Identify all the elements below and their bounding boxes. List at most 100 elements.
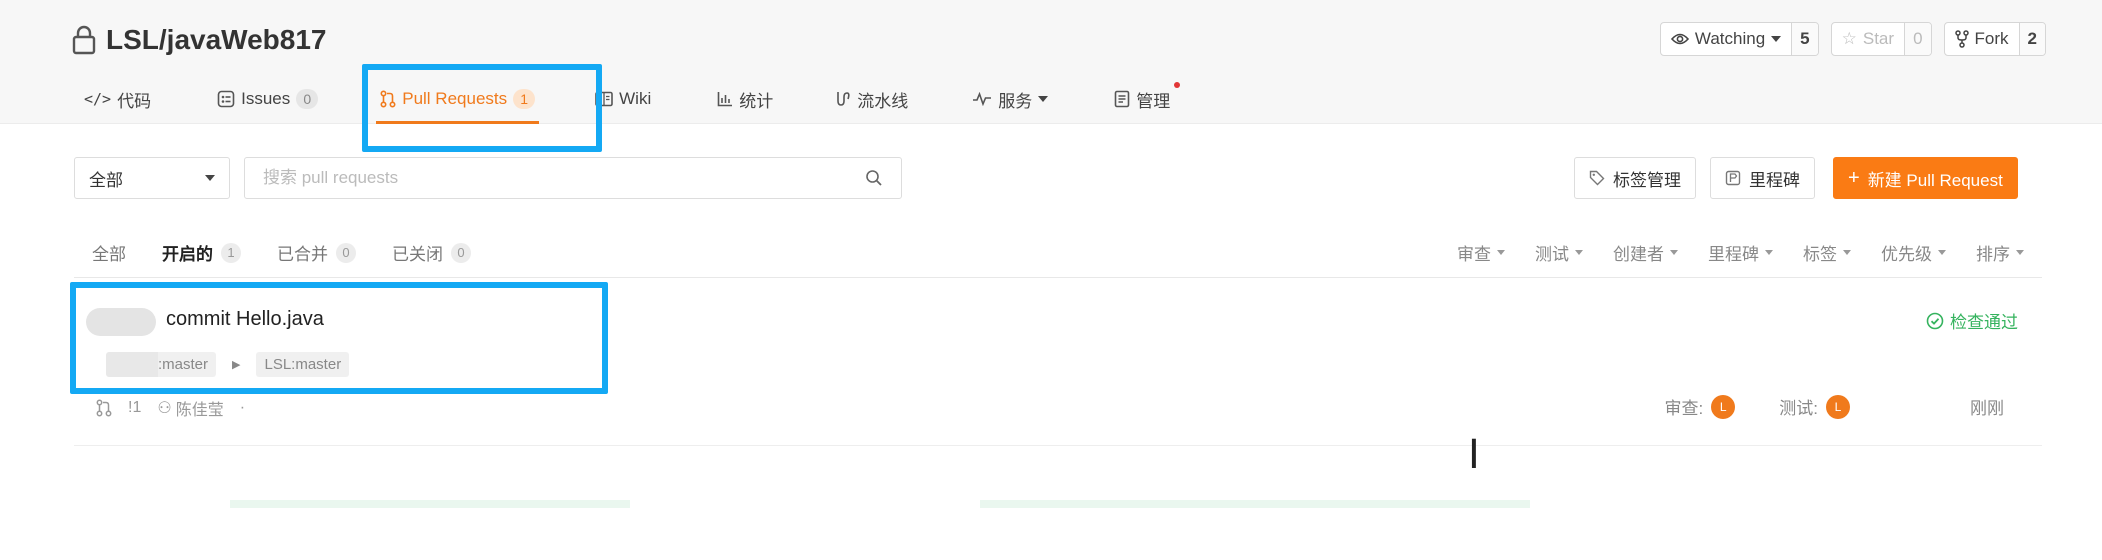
watch-label: Watching bbox=[1694, 29, 1766, 48]
fork-label: Fork bbox=[1974, 29, 2009, 48]
filter-label: 标签 bbox=[1803, 245, 1837, 264]
repo-tabs: </> 代码 Issues 0 Pull Requests 1 Wiki 统计 … bbox=[84, 82, 1181, 124]
pull-request-meta: !1 ⚇ 陈佳莹 · bbox=[96, 396, 245, 420]
star-icon: ☆ bbox=[1841, 29, 1857, 48]
pipeline-icon bbox=[837, 92, 850, 106]
code-icon: </> bbox=[84, 90, 112, 108]
state-tab-all[interactable]: 全部 bbox=[92, 240, 126, 265]
chevron-down-icon bbox=[1038, 96, 1049, 102]
scope-select-value: 全部 bbox=[89, 170, 123, 190]
pulse-icon bbox=[973, 92, 992, 106]
pr-filter-bar: 全部 开启的 1 已合并 0 已关闭 0 审查 测试 创建者 里程碑 标签 优先… bbox=[74, 226, 2042, 278]
milestone-icon bbox=[1725, 170, 1741, 186]
tab-label: Issues bbox=[241, 89, 291, 108]
tab-stats[interactable]: 统计 bbox=[717, 82, 773, 116]
highlight-box-tab bbox=[362, 64, 602, 152]
tab-pipeline[interactable]: 流水线 bbox=[835, 82, 908, 116]
issues-count-badge: 0 bbox=[296, 89, 319, 109]
labels-manage-button[interactable]: 标签管理 bbox=[1574, 157, 1696, 199]
tab-label: 管理 bbox=[1136, 91, 1171, 111]
watch-count: 5 bbox=[1791, 23, 1818, 55]
author-name: 陈佳莹 bbox=[175, 402, 224, 419]
manage-icon bbox=[1114, 90, 1130, 108]
search-box bbox=[244, 157, 902, 199]
pull-request-icon bbox=[96, 399, 112, 417]
fork-icon bbox=[1954, 30, 1969, 48]
filter-label: 审查 bbox=[1457, 245, 1491, 264]
author[interactable]: ⚇ 陈佳莹 bbox=[157, 396, 223, 420]
faint-row-artifact bbox=[980, 500, 1530, 508]
repo-name[interactable]: LSL/javaWeb817 bbox=[106, 24, 326, 56]
watch-button[interactable]: Watching 5 bbox=[1659, 22, 1819, 56]
sort-dropdown[interactable]: 排序 bbox=[1976, 240, 2024, 265]
lock-icon bbox=[72, 25, 96, 55]
tab-label: 服务 bbox=[998, 91, 1033, 111]
chevron-down-icon bbox=[1771, 36, 1782, 42]
notification-dot bbox=[1174, 82, 1181, 88]
tab-code[interactable]: </> 代码 bbox=[84, 82, 151, 116]
filter-label: 测试 bbox=[1535, 245, 1569, 264]
check-status-label: 检查通过 bbox=[1950, 313, 2018, 332]
tab-label: 代码 bbox=[117, 91, 152, 111]
fork-count: 2 bbox=[2018, 23, 2045, 55]
chevron-down-icon bbox=[1938, 250, 1946, 255]
state-tab-open[interactable]: 开启的 1 bbox=[162, 240, 241, 265]
tab-services[interactable]: 服务 bbox=[972, 82, 1049, 116]
filter-dropdowns: 审查 测试 创建者 里程碑 标签 优先级 排序 bbox=[1457, 240, 2024, 265]
state-tab-label: 已合并 bbox=[277, 245, 328, 264]
pr-toolbar: 全部 标签管理 里程碑 + 新建 Pull Request bbox=[74, 157, 2042, 199]
state-tabs: 全部 开启的 1 已合并 0 已关闭 0 bbox=[92, 240, 471, 265]
new-pull-request-label: 新建 Pull Request bbox=[1867, 170, 2003, 190]
eye-icon bbox=[1670, 33, 1689, 45]
star-button[interactable]: ☆ Star 0 bbox=[1830, 22, 1932, 56]
faint-row-artifact bbox=[230, 500, 630, 508]
tab-label: 统计 bbox=[739, 91, 774, 111]
chevron-down-icon bbox=[1670, 250, 1678, 255]
fork-button[interactable]: Fork 2 bbox=[1943, 22, 2046, 56]
tester: 测试: L bbox=[1779, 394, 1850, 419]
star-label: Star bbox=[1862, 29, 1895, 48]
labels-manage-label: 标签管理 bbox=[1613, 170, 1681, 190]
state-tab-label: 全部 bbox=[92, 245, 126, 264]
plus-icon: + bbox=[1848, 166, 1860, 189]
filter-milestone-dropdown[interactable]: 里程碑 bbox=[1708, 240, 1773, 265]
search-input[interactable] bbox=[263, 168, 865, 188]
filter-author-dropdown[interactable]: 创建者 bbox=[1613, 240, 1678, 265]
text-cursor-icon: I bbox=[1468, 432, 1480, 478]
filter-priority-dropdown[interactable]: 优先级 bbox=[1881, 240, 1946, 265]
chevron-down-icon bbox=[205, 175, 215, 181]
tab-manage[interactable]: 管理 bbox=[1114, 82, 1181, 116]
pull-request-number[interactable]: !1 bbox=[128, 399, 141, 417]
filter-reviewer-dropdown[interactable]: 审查 bbox=[1457, 240, 1505, 265]
state-tab-label: 已关闭 bbox=[392, 245, 443, 264]
highlight-box-pr bbox=[70, 282, 608, 394]
check-status[interactable]: 检查通过 bbox=[1926, 308, 2018, 333]
scope-select[interactable]: 全部 bbox=[74, 157, 230, 199]
tab-issues[interactable]: Issues 0 bbox=[217, 82, 319, 116]
milestones-button[interactable]: 里程碑 bbox=[1710, 157, 1815, 199]
new-pull-request-button[interactable]: + 新建 Pull Request bbox=[1833, 157, 2018, 199]
filter-label: 创建者 bbox=[1613, 245, 1664, 264]
reviewer-avatar[interactable]: L bbox=[1711, 394, 1736, 419]
meta-separator: · bbox=[239, 399, 246, 416]
user-icon: ⚇ bbox=[157, 400, 172, 417]
filter-label-dropdown[interactable]: 标签 bbox=[1803, 240, 1851, 265]
state-tab-closed[interactable]: 已关闭 0 bbox=[392, 240, 471, 265]
filter-label: 里程碑 bbox=[1708, 245, 1759, 264]
tab-wiki[interactable]: Wiki bbox=[595, 82, 651, 116]
filter-tester-dropdown[interactable]: 测试 bbox=[1535, 240, 1583, 265]
state-tab-count: 0 bbox=[336, 242, 356, 263]
repo-header: LSL/javaWeb817 Watching 5 ☆ Star 0 Fork … bbox=[0, 0, 2102, 124]
updated-time: 刚刚 bbox=[1970, 399, 2004, 418]
tag-icon bbox=[1589, 170, 1605, 186]
tab-label: Wiki bbox=[619, 89, 652, 108]
tester-avatar[interactable]: L bbox=[1826, 394, 1850, 419]
search-icon[interactable] bbox=[865, 169, 883, 187]
milestones-label: 里程碑 bbox=[1749, 170, 1800, 190]
state-tab-merged[interactable]: 已合并 0 bbox=[277, 240, 356, 265]
check-circle-icon bbox=[1926, 312, 1944, 329]
review-label: 审查: bbox=[1664, 399, 1704, 418]
reviewer: 审查: L bbox=[1665, 394, 1736, 419]
test-label: 测试: bbox=[1779, 399, 1818, 418]
chevron-down-icon bbox=[1497, 250, 1505, 255]
